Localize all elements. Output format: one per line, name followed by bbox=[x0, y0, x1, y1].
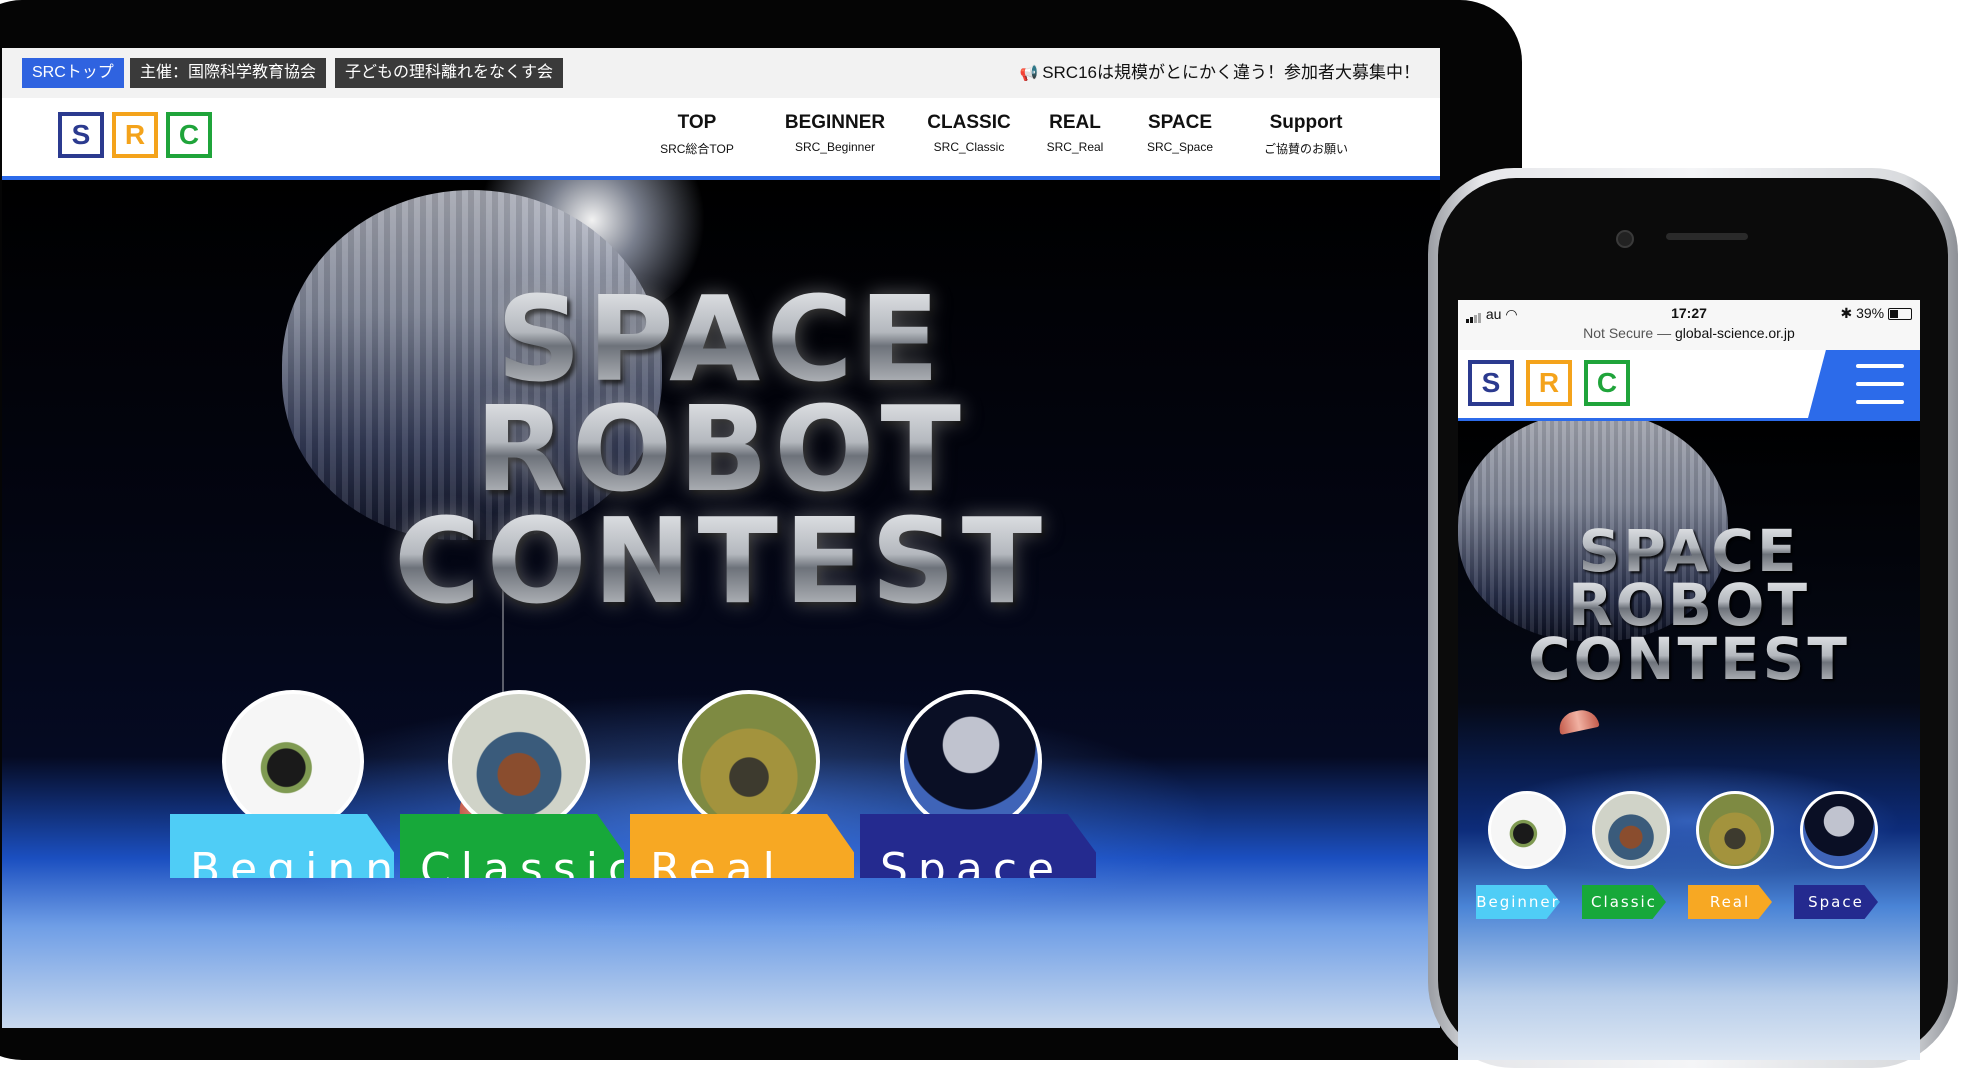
nav-classic[interactable]: CLASSIC SRC_Classic bbox=[910, 98, 1028, 176]
nav-space-sub: SRC_Space bbox=[1146, 140, 1214, 154]
category-tab-space[interactable]: Space bbox=[860, 814, 1096, 878]
mission-link[interactable]: 子どもの理科離れをなくす会 bbox=[335, 58, 564, 88]
organizer-link[interactable]: 主催：国際科学教育協会 bbox=[130, 58, 327, 88]
src-logo-mobile[interactable]: S R C bbox=[1468, 360, 1630, 408]
beginner-photo[interactable] bbox=[222, 690, 364, 832]
logo-letter-s: S bbox=[1468, 360, 1514, 406]
battery-icon bbox=[1888, 308, 1912, 321]
hero-section: SPACE ROBOT CONTEST Beginner Classic Rea… bbox=[2, 180, 1440, 1028]
battery-indicator: ✱ 39% bbox=[1840, 305, 1912, 322]
mobile-header: S R C bbox=[1458, 350, 1920, 421]
category-tab-label: Space bbox=[880, 844, 1065, 878]
hamburger-menu-button[interactable] bbox=[1808, 350, 1920, 418]
tablet-screen: SRCトップ 主催：国際科学教育協会 子どもの理科離れをなくす会 📢 SRC16は… bbox=[2, 48, 1440, 1028]
announcement-text: SRC16は規模がとにかく違う！参加者大募集中！ bbox=[1042, 63, 1420, 82]
nav-top-sub: SRC総合TOP bbox=[660, 142, 734, 156]
classic-photo[interactable] bbox=[1592, 791, 1670, 869]
classic-photo[interactable] bbox=[448, 690, 590, 832]
parachute-image bbox=[1556, 707, 1600, 735]
category-tab-beginner[interactable]: Beginner bbox=[1476, 885, 1560, 919]
nav-classic-sub: SRC_Classic bbox=[933, 140, 1005, 154]
real-photo[interactable] bbox=[1696, 791, 1774, 869]
category-tab-space[interactable]: Space bbox=[1794, 885, 1878, 919]
announcement[interactable]: 📢 SRC16は規模がとにかく違う！参加者大募集中！ bbox=[1020, 58, 1421, 89]
battery-percent: 39% bbox=[1856, 305, 1885, 321]
nav-real[interactable]: REAL SRC_Real bbox=[1034, 98, 1116, 176]
front-camera bbox=[1616, 230, 1634, 248]
nav-space-label: SPACE bbox=[1147, 112, 1213, 133]
nav-real-label: REAL bbox=[1049, 112, 1101, 133]
category-tab-real[interactable]: Real bbox=[1688, 885, 1772, 919]
nav-support-label: Support bbox=[1269, 112, 1343, 133]
earpiece-speaker bbox=[1666, 233, 1748, 240]
phone-device: au ◠ 17:27 ✱ 39% Not Secure — global-sci… bbox=[1428, 168, 1958, 1068]
mobile-hero: SPACE ROBOT CONTEST Beginner Classic Rea… bbox=[1458, 421, 1920, 1060]
status-bar: au ◠ 17:27 ✱ 39% Not Secure — global-sci… bbox=[1458, 300, 1920, 350]
nav-beginner-label: BEGINNER bbox=[784, 112, 886, 133]
hamburger-icon-line bbox=[1856, 382, 1904, 386]
category-tab-label: Beginner bbox=[190, 844, 394, 878]
logo-letter-c: C bbox=[166, 112, 212, 158]
address-bar[interactable]: Not Secure — global-science.or.jp bbox=[1458, 325, 1920, 341]
nav-classic-label: CLASSIC bbox=[927, 112, 1011, 133]
space-photo[interactable] bbox=[900, 690, 1042, 832]
bluetooth-icon: ✱ bbox=[1840, 305, 1853, 321]
category-tab-label: Real bbox=[650, 844, 785, 878]
nav-beginner[interactable]: BEGINNER SRC_Beginner bbox=[768, 98, 902, 176]
category-tab-beginner[interactable]: Beginner bbox=[170, 814, 394, 878]
nav-support-sub: ご協賛のお願い bbox=[1263, 142, 1348, 156]
tablet-device: SRCトップ 主催：国際科学教育協会 子どもの理科離れをなくす会 📢 SRC16は… bbox=[0, 0, 1522, 1060]
phone-bezel: au ◠ 17:27 ✱ 39% Not Secure — global-sci… bbox=[1438, 178, 1948, 1060]
category-tab-classic[interactable]: Classic bbox=[1582, 885, 1666, 919]
top-info-bar: SRCトップ 主催：国際科学教育協会 子どもの理科離れをなくす会 📢 SRC16は… bbox=[2, 48, 1440, 98]
logo-letter-r: R bbox=[112, 112, 158, 158]
main-nav: S R C TOP SRC総合TOP BEGINNER SRC_Beginner… bbox=[2, 98, 1440, 180]
category-tab-classic[interactable]: Classic bbox=[400, 814, 624, 878]
url-security: Not Secure — bbox=[1583, 325, 1675, 341]
phone-screen: au ◠ 17:27 ✱ 39% Not Secure — global-sci… bbox=[1458, 300, 1920, 1060]
beginner-photo[interactable] bbox=[1488, 791, 1566, 869]
nav-top[interactable]: TOP SRC総合TOP bbox=[634, 98, 760, 180]
category-tab-real[interactable]: Real bbox=[630, 814, 854, 878]
src-logo[interactable]: S R C bbox=[58, 112, 218, 164]
src-top-link[interactable]: SRCトップ bbox=[22, 58, 124, 88]
nav-real-sub: SRC_Real bbox=[1046, 140, 1104, 154]
space-photo[interactable] bbox=[1800, 791, 1878, 869]
real-photo[interactable] bbox=[678, 690, 820, 832]
nav-space[interactable]: SPACE SRC_Space bbox=[1130, 98, 1230, 176]
nav-beginner-sub: SRC_Beginner bbox=[794, 140, 876, 154]
hamburger-icon bbox=[1856, 364, 1904, 368]
category-tab-label: Classic bbox=[420, 844, 624, 878]
url-domain: global-science.or.jp bbox=[1674, 325, 1795, 341]
nav-top-label: TOP bbox=[677, 112, 717, 133]
hero-title-contest: CONTEST bbox=[1458, 625, 1920, 693]
megaphone-icon: 📢 bbox=[1019, 65, 1039, 82]
nav-support[interactable]: Support ご協賛のお願い bbox=[1246, 98, 1366, 176]
logo-letter-c: C bbox=[1584, 360, 1630, 406]
logo-letter-r: R bbox=[1526, 360, 1572, 406]
hero-title-contest: CONTEST bbox=[2, 492, 1440, 630]
hamburger-icon-line bbox=[1856, 400, 1904, 404]
logo-letter-s: S bbox=[58, 112, 104, 158]
